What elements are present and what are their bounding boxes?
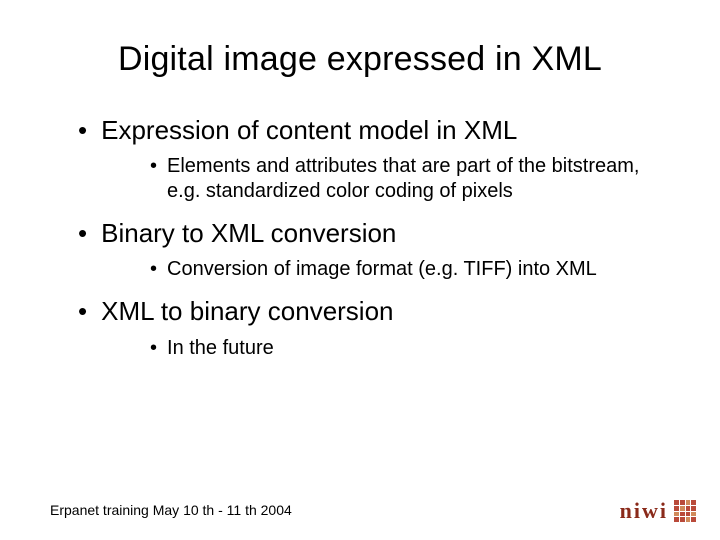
sub-bullet-text: Elements and attributes that are part of… <box>167 154 670 204</box>
bullet-text: XML to binary conversion <box>101 296 393 327</box>
list-item: • XML to binary conversion • In the futu… <box>78 296 670 360</box>
slide-title: Digital image expressed in XML <box>50 40 670 79</box>
list-item: • Binary to XML conversion • Conversion … <box>78 218 670 282</box>
logo-icon <box>674 500 696 522</box>
bullet-icon: • <box>78 117 87 143</box>
logo: niwi <box>620 498 696 524</box>
list-item: • Conversion of image format (e.g. TIFF)… <box>150 257 670 282</box>
footer-text: Erpanet training May 10 th - 11 th 2004 <box>50 502 292 518</box>
sub-list: • Elements and attributes that are part … <box>78 154 670 204</box>
bullet-list: • Expression of content model in XML • E… <box>50 115 670 361</box>
logo-word: niwi <box>620 498 668 523</box>
list-item: • Expression of content model in XML • E… <box>78 115 670 204</box>
bullet-icon: • <box>150 156 157 176</box>
sub-bullet-text: Conversion of image format (e.g. TIFF) i… <box>167 257 597 282</box>
bullet-text: Expression of content model in XML <box>101 115 517 146</box>
list-item: • Elements and attributes that are part … <box>150 154 670 204</box>
bullet-icon: • <box>150 259 157 279</box>
bullet-icon: • <box>78 220 87 246</box>
logo-text: niwi <box>620 498 668 524</box>
list-item: • In the future <box>150 336 670 361</box>
sub-list: • Conversion of image format (e.g. TIFF)… <box>78 257 670 282</box>
slide: Digital image expressed in XML • Express… <box>0 0 720 395</box>
bullet-text: Binary to XML conversion <box>101 218 396 249</box>
sub-bullet-text: In the future <box>167 336 274 361</box>
sub-list: • In the future <box>78 336 670 361</box>
bullet-icon: • <box>150 338 157 358</box>
bullet-icon: • <box>78 298 87 324</box>
